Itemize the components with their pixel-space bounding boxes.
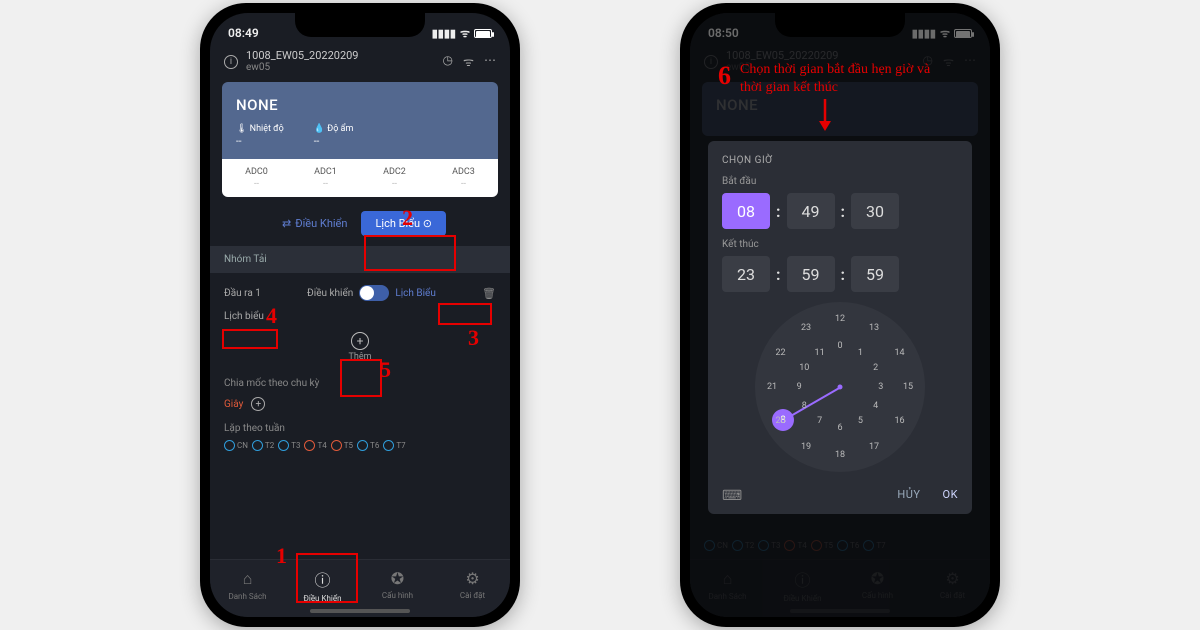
home-indicator (310, 609, 410, 613)
day-t7[interactable]: T7 (383, 440, 405, 451)
day-t4[interactable]: T4 (304, 440, 326, 451)
end-label: Kết thúc (722, 239, 958, 250)
day-t5[interactable]: T5 (331, 440, 353, 451)
sub-label-lich-bieu: Lịch biểu (210, 307, 510, 326)
cancel-button[interactable]: HỦY (897, 488, 920, 504)
annotation-6-text: Chọn thời gian bắt đầu hẹn giờ và thời g… (740, 61, 950, 97)
gear-icon: ⚙ (465, 569, 479, 588)
trash-icon[interactable]: 🗑 (482, 287, 496, 300)
mode-tabs: ⇄ Điều Khiển Lịch Biểu ⊙ (210, 197, 510, 246)
header-action-icons: ◷ ᯤ ⋯ (443, 53, 496, 70)
day-t2[interactable]: T2 (252, 440, 274, 451)
start-minute[interactable]: 49 (787, 193, 835, 229)
link-lich-bieu[interactable]: Lịch Biểu (395, 288, 436, 299)
adc1: ADC1-- (291, 167, 360, 189)
tab-dieu-khien[interactable]: ⇄ Điều Khiển (274, 211, 355, 236)
device-header: i 1008_EW05_20220209 ew05 ◷ ᯤ ⋯ (210, 45, 510, 82)
phone-right: 08:50 ▮▮▮▮ ᯤ i 1008_EW05_20220209 ew05 ◷… (680, 3, 1000, 627)
clock-icon[interactable]: ◷ (443, 53, 453, 70)
time-picker-modal: CHỌN GIỜ Bắt đầu 08 : 49 : 30 Kết thúc 2… (708, 141, 972, 514)
card-title: NONE (236, 96, 484, 114)
more-icon[interactable]: ⋯ (484, 53, 496, 70)
tool-icon: ✪ (391, 569, 404, 588)
add-block[interactable]: + Thêm (210, 326, 510, 368)
info-nav-icon: ⓘ (314, 567, 330, 591)
status-icons: ▮▮▮▮ ᯤ (432, 26, 492, 41)
end-second[interactable]: 59 (851, 256, 899, 292)
start-label: Bắt đầu (722, 176, 958, 187)
signal-icon: ▮▮▮▮ (432, 27, 456, 40)
label-chu-ky: Chia mốc theo chu kỳ (210, 368, 510, 393)
wifi-icon: ᯤ (460, 26, 470, 41)
end-time-row: 23 : 59 : 59 (722, 256, 958, 292)
mode-label: Điều khiển (307, 288, 353, 299)
modal-title: CHỌN GIỜ (722, 155, 958, 166)
end-minute[interactable]: 59 (787, 256, 835, 292)
bottom-nav: ⌂Danh Sách ⓘĐiều Khiển ✪Cấu hình ⚙Cài đặ… (210, 559, 510, 617)
nav-dieu-khien[interactable]: ⓘĐiều Khiển (285, 560, 360, 609)
output-row-1: Đầu ra 1 Điều khiển Lịch Biểu 🗑 (210, 279, 510, 307)
adc0: ADC0-- (222, 167, 291, 189)
home-icon: ⌂ (243, 569, 253, 589)
section-nhom-tai: Nhóm Tải (210, 246, 510, 273)
wifi-small-icon[interactable]: ᯤ (463, 53, 474, 70)
adc3: ADC3-- (429, 167, 498, 189)
annotation-6-arrow (810, 97, 840, 133)
add-icon[interactable]: + (351, 332, 369, 350)
row-giay: Giây + (210, 393, 510, 415)
sensor-card: NONE 🌡 Nhiệt độ -- 💧 Độ ẩm -- ADC0-- ADC… (222, 82, 498, 197)
sensor-card-top: NONE 🌡 Nhiệt độ -- 💧 Độ ẩm -- (222, 82, 498, 159)
metric-humidity: 💧 Độ ẩm -- (314, 124, 354, 147)
tab-lich-bieu[interactable]: Lịch Biểu ⊙ (361, 211, 446, 236)
day-cn[interactable]: CN (224, 440, 248, 451)
add-label: Thêm (210, 352, 510, 362)
label-giay[interactable]: Giây (224, 399, 243, 410)
metric-temperature: 🌡 Nhiệt độ -- (236, 124, 284, 147)
day-t3[interactable]: T3 (278, 440, 300, 451)
plus-icon[interactable]: + (251, 397, 265, 411)
battery-icon (474, 29, 492, 38)
status-time: 08:49 (228, 26, 259, 40)
nav-cau-hinh[interactable]: ✪Cấu hình (360, 560, 435, 609)
days-row: CN T2 T3 T4 T5 T6 T7 (210, 438, 510, 453)
start-hour[interactable]: 08 (722, 193, 770, 229)
keyboard-icon[interactable]: ⌨ (722, 488, 742, 504)
screen-right: 08:50 ▮▮▮▮ ᯤ i 1008_EW05_20220209 ew05 ◷… (690, 13, 990, 617)
start-time-row: 08 : 49 : 30 (722, 193, 958, 229)
output-name: Đầu ra 1 (224, 288, 261, 299)
day-t6[interactable]: T6 (357, 440, 379, 451)
adc2: ADC2-- (360, 167, 429, 189)
toggle-switch[interactable] (359, 285, 389, 301)
phone-left: 08:49 ▮▮▮▮ ᯤ i 1008_EW05_20220209 ew05 ◷… (200, 3, 520, 627)
start-second[interactable]: 30 (851, 193, 899, 229)
nav-cai-dat[interactable]: ⚙Cài đặt (435, 560, 510, 609)
adc-row: ADC0-- ADC1-- ADC2-- ADC3-- (222, 159, 498, 197)
modal-actions: ⌨ HỦY OK (722, 482, 958, 504)
device-name: 1008_EW05_20220209 ew05 (246, 49, 435, 74)
end-hour[interactable]: 23 (722, 256, 770, 292)
info-icon[interactable]: i (224, 55, 238, 69)
clock-face[interactable]: 8 12 13 14 15 16 17 18 19 20 21 22 23 0 … (755, 302, 925, 472)
nav-danh-sach[interactable]: ⌂Danh Sách (210, 560, 285, 609)
notch (295, 13, 425, 37)
ok-button[interactable]: OK (943, 488, 958, 504)
screen-left: 08:49 ▮▮▮▮ ᯤ i 1008_EW05_20220209 ew05 ◷… (210, 13, 510, 617)
label-week: Lặp theo tuần (210, 415, 510, 438)
